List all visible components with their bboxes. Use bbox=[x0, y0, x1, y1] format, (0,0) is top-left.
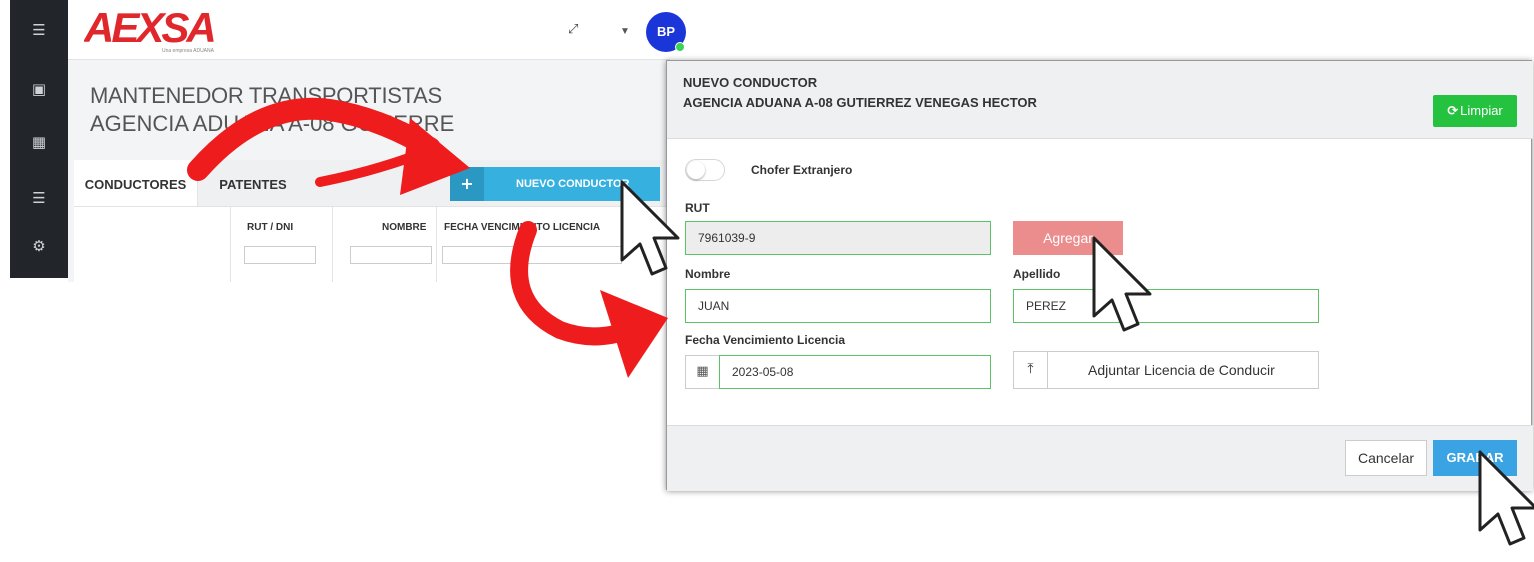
inbox-icon[interactable]: ▣ bbox=[10, 74, 68, 104]
rut-field[interactable]: 7961039-9 bbox=[685, 221, 991, 255]
calendar-icon[interactable]: ▦ bbox=[10, 127, 68, 157]
drivers-table bbox=[74, 206, 670, 282]
refresh-icon: ⟳ bbox=[1447, 104, 1459, 119]
filter-fecha-input[interactable] bbox=[442, 246, 622, 264]
new-driver-label: NUEVO CONDUCTOR bbox=[516, 178, 630, 190]
tab-conductores[interactable]: CONDUCTORES bbox=[74, 162, 198, 206]
attach-license-label: Adjuntar Licencia de Conducir bbox=[1088, 362, 1275, 378]
surname-label: Apellido bbox=[1013, 267, 1061, 281]
cancel-button[interactable]: Cancelar bbox=[1345, 440, 1427, 476]
modal-subtitle: AGENCIA ADUANA A-08 GUTIERREZ VENEGAS HE… bbox=[683, 95, 1037, 110]
logo-tagline: Una empresa ADUANA bbox=[162, 48, 215, 54]
page-subtitle: AGENCIA ADUANA A-08 GUTIERRE bbox=[90, 111, 455, 136]
foreign-driver-toggle[interactable] bbox=[685, 159, 725, 181]
chevron-down-icon[interactable]: ▼ bbox=[620, 26, 630, 37]
foreign-driver-label: Chofer Extranjero bbox=[751, 163, 853, 177]
modal-title: NUEVO CONDUCTOR bbox=[683, 75, 818, 90]
menu-toggle-icon[interactable]: ☰ bbox=[10, 15, 68, 45]
online-status-dot bbox=[675, 42, 685, 52]
license-date-label: Fecha Vencimiento Licencia bbox=[685, 333, 846, 347]
sidebar: ☰ ▣ ▦ ☰ ⚙ bbox=[10, 0, 68, 278]
add-button[interactable]: Agregar bbox=[1013, 221, 1123, 255]
page-title: MANTENEDOR TRANSPORTISTAS bbox=[90, 83, 442, 108]
upload-icon: ⤒ bbox=[1014, 352, 1048, 388]
column-header-rut[interactable]: RUT / DNI bbox=[247, 222, 293, 233]
logo-text: AEXSA bbox=[84, 4, 214, 51]
name-field[interactable]: JUAN bbox=[685, 289, 991, 323]
column-divider bbox=[332, 207, 333, 282]
database-icon[interactable]: ☰ bbox=[10, 183, 68, 213]
filter-nombre-input[interactable] bbox=[350, 246, 432, 264]
aexsa-logo[interactable]: AEXSA Una empresa ADUANA bbox=[84, 4, 254, 56]
filter-rut-input[interactable] bbox=[244, 246, 316, 264]
toggle-knob bbox=[687, 161, 705, 179]
new-driver-button[interactable]: + NUEVO CONDUCTOR bbox=[450, 167, 660, 201]
column-divider bbox=[230, 207, 231, 282]
clear-label: Limpiar bbox=[1460, 103, 1503, 118]
column-divider bbox=[436, 207, 437, 282]
new-driver-modal: NUEVO CONDUCTOR AGENCIA ADUANA A-08 GUTI… bbox=[666, 60, 1533, 491]
expand-icon[interactable]: ⤢ bbox=[568, 22, 578, 37]
column-header-nombre[interactable]: NOMBRE bbox=[382, 222, 426, 233]
plus-icon: + bbox=[450, 167, 484, 201]
name-label: Nombre bbox=[685, 267, 731, 281]
modal-footer: Cancelar GRABAR bbox=[667, 425, 1533, 491]
modal-header: NUEVO CONDUCTOR AGENCIA ADUANA A-08 GUTI… bbox=[667, 61, 1533, 139]
settings-icon[interactable]: ⚙ bbox=[10, 231, 68, 261]
surname-field[interactable]: PEREZ bbox=[1013, 289, 1319, 323]
attach-license-button[interactable]: ⤒ Adjuntar Licencia de Conducir bbox=[1013, 351, 1319, 389]
column-header-fecha[interactable]: FECHA VENCIMIENTO LICENCIA bbox=[444, 222, 600, 233]
clear-button[interactable]: ⟳ Limpiar bbox=[1433, 95, 1517, 127]
save-button[interactable]: GRABAR bbox=[1433, 440, 1517, 476]
tab-patentes[interactable]: PATENTES bbox=[198, 162, 308, 206]
rut-label: RUT bbox=[685, 201, 710, 215]
calendar-icon[interactable]: ▦ bbox=[685, 355, 719, 389]
license-date-field[interactable]: 2023-05-08 bbox=[719, 355, 991, 389]
